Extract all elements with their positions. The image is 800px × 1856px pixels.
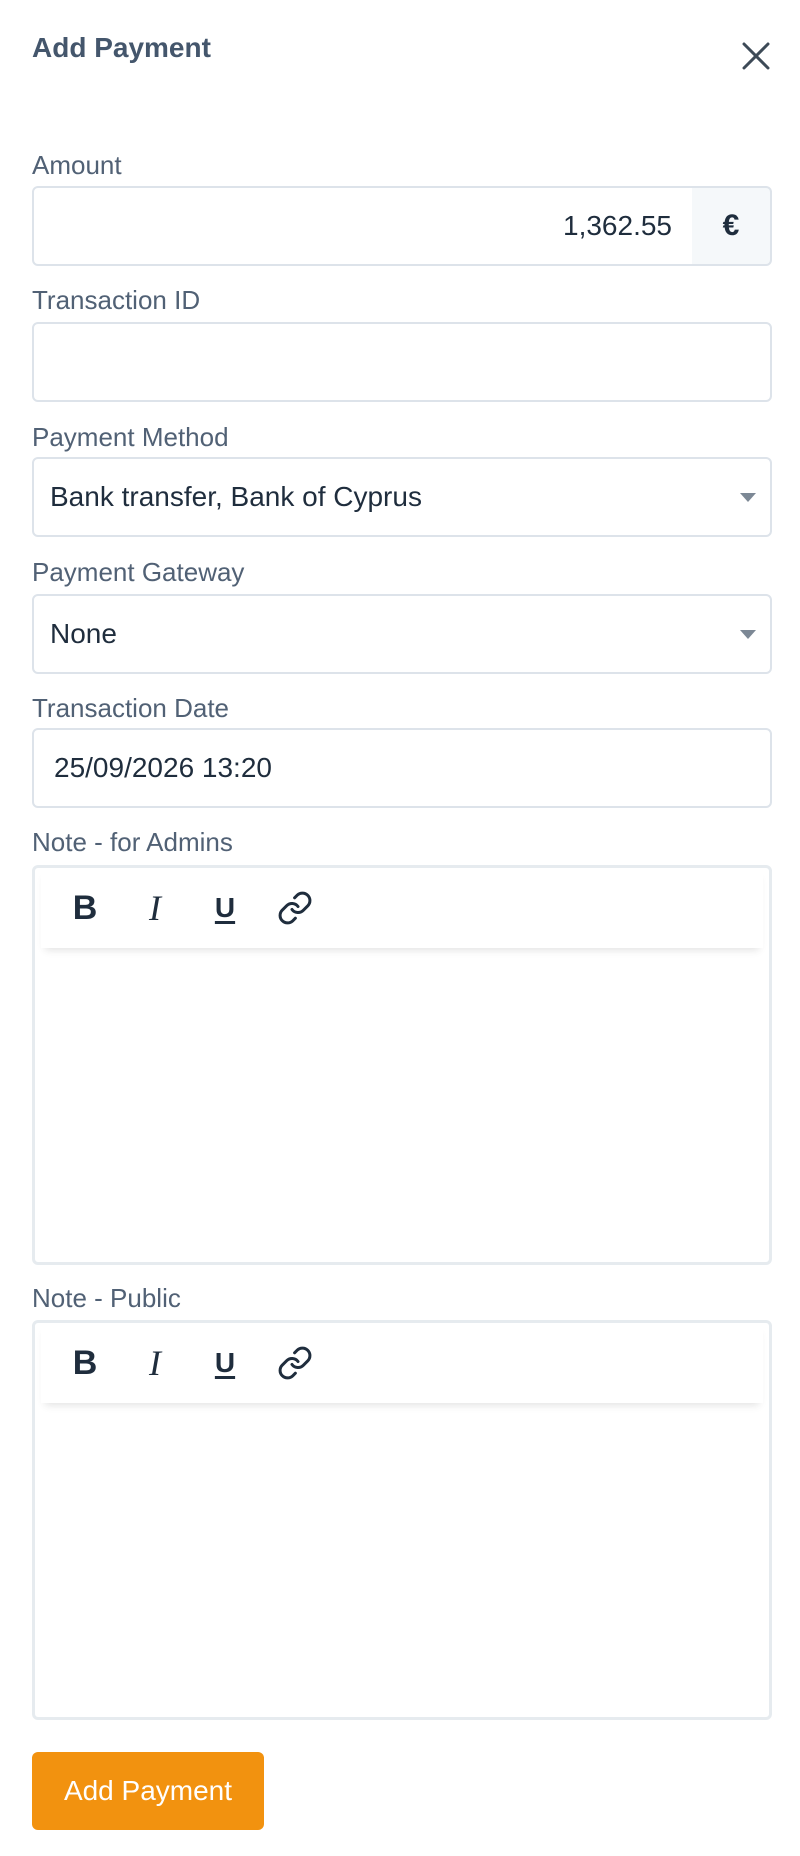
bold-button[interactable]: B [67,1344,103,1382]
link-icon [278,1346,312,1380]
currency-addon: € [692,186,772,266]
amount-label: Amount [32,150,122,180]
underline-button[interactable]: U [207,1345,243,1381]
note-admins-label: Note - for Admins [32,827,233,857]
transaction-date-value: 25/09/2026 13:20 [54,752,272,783]
transaction-date-label: Transaction Date [32,693,230,723]
note-admins-textarea[interactable] [41,952,763,1256]
note-admins-editor: B I U [32,865,772,1265]
note-public-textarea[interactable] [41,1407,763,1711]
close-icon [742,42,770,70]
amount-input[interactable]: 1,362.55 [32,186,694,266]
panel-title: Add Payment [32,32,211,63]
add-payment-panel: Add Payment Amount 1,362.55 € Transactio… [0,0,800,1856]
chevron-down-icon [740,493,756,502]
bold-button[interactable]: B [67,889,103,927]
editor-toolbar: B I U [41,1323,763,1403]
close-button[interactable] [738,38,774,74]
editor-toolbar: B I U [41,868,763,948]
payment-gateway-select[interactable]: None [32,594,772,674]
underline-button[interactable]: U [207,890,243,926]
payment-method-value: Bank transfer, Bank of Cyprus [50,481,422,512]
link-button[interactable] [277,1345,313,1381]
transaction-date-input[interactable]: 25/09/2026 13:20 [32,728,772,808]
note-public-label: Note - Public [32,1283,181,1313]
link-icon [278,891,312,925]
amount-value: 1,362.55 [563,210,672,241]
link-button[interactable] [277,890,313,926]
payment-gateway-value: None [50,618,117,649]
add-payment-button[interactable]: Add Payment [32,1752,264,1830]
chevron-down-icon [740,630,756,639]
transaction-id-label: Transaction ID [32,285,201,315]
payment-method-select[interactable]: Bank transfer, Bank of Cyprus [32,457,772,537]
payment-method-label: Payment Method [32,422,229,452]
italic-button[interactable]: I [137,1343,173,1383]
transaction-id-input[interactable] [32,322,772,402]
payment-gateway-label: Payment Gateway [32,557,245,587]
italic-button[interactable]: I [137,888,173,928]
note-public-editor: B I U [32,1320,772,1720]
